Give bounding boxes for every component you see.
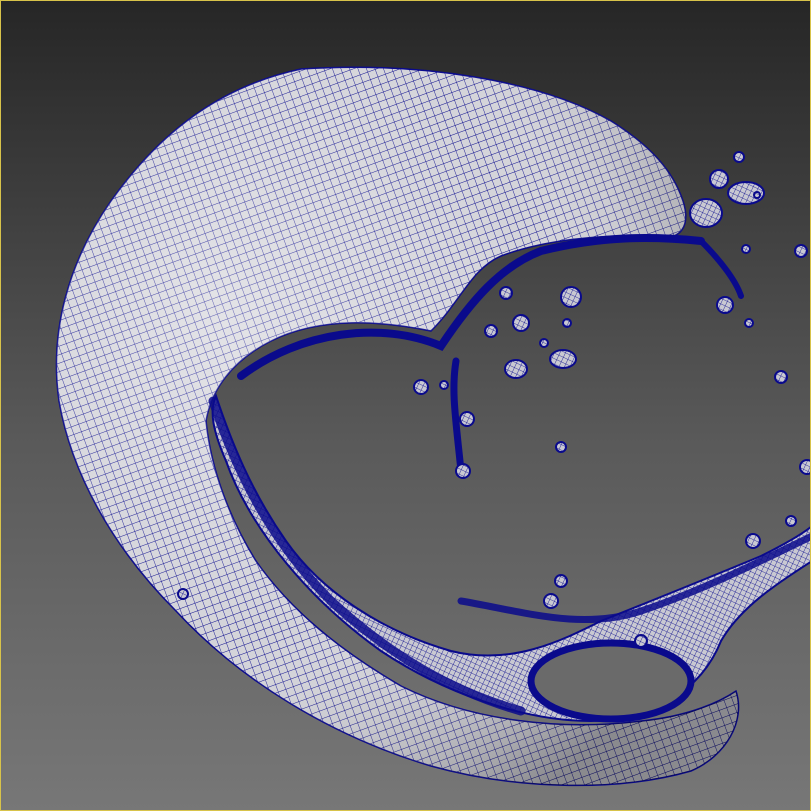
viewport-canvas[interactable] — [1, 1, 811, 811]
viewport-3d[interactable] — [0, 0, 811, 811]
